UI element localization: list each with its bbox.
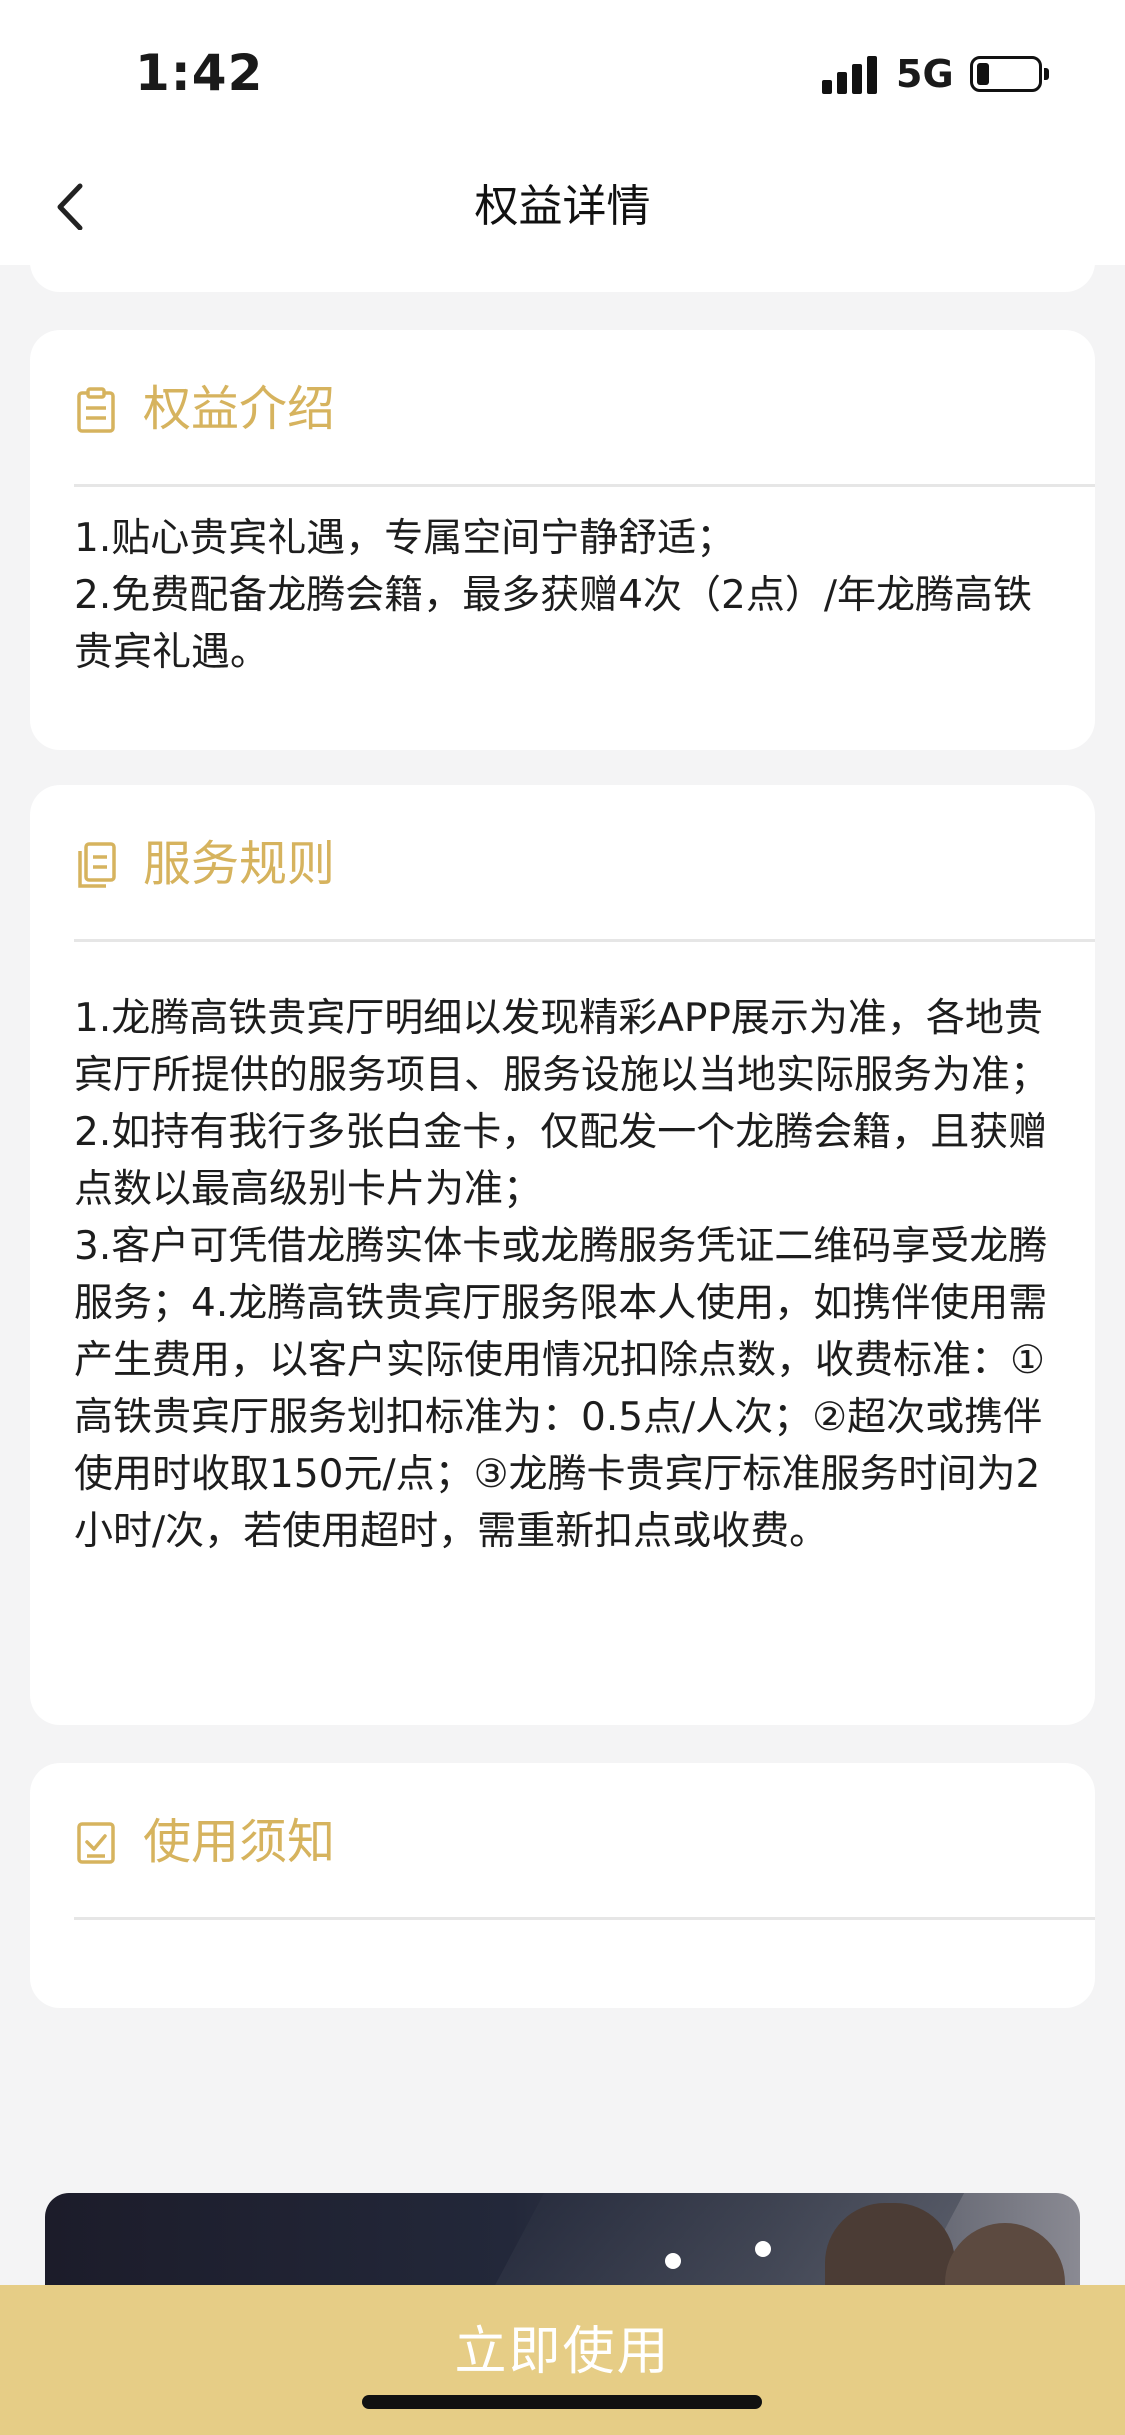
battery-icon	[970, 56, 1049, 92]
rules-line-3: 3.客户可凭借龙腾实体卡或龙腾服务凭证二维码享受龙腾服务；4.龙腾高铁贵宾厅服务…	[74, 1224, 1048, 1554]
use-now-label: 立即使用	[454, 2322, 671, 2382]
previous-card	[30, 230, 1095, 292]
intro-line-1: 1.贴心贵宾礼遇，专属空间宁静舒适；	[74, 516, 736, 561]
rules-text: 1.龙腾高铁贵宾厅明细以发现精彩APP展示为准，各地贵宾厅所提供的服务项目、服务…	[74, 990, 1051, 1560]
network-type: 5G	[896, 52, 954, 96]
home-indicator	[362, 2395, 762, 2409]
benefit-intro-card: 权益介绍 1.贴心贵宾礼遇，专属空间宁静舒适； 2.免费配备龙腾会籍，最多获赠4…	[30, 330, 1095, 750]
usage-notice-card: 使用须知	[30, 1763, 1095, 2008]
page: 1:42 5G 权益详情 权益介绍 1.贴心贵宾礼遇，专属空间宁静舒适； 2.免…	[0, 0, 1125, 2435]
section-title-notice: 使用须知	[143, 1814, 336, 1870]
intro-text: 1.贴心贵宾礼遇，专属空间宁静舒适； 2.免费配备龙腾会籍，最多获赠4次（2点）…	[74, 510, 1051, 681]
divider	[74, 484, 1095, 487]
card-header: 使用须知	[30, 1763, 1095, 1918]
section-title-intro: 权益介绍	[143, 381, 336, 437]
status-time: 1:42	[135, 44, 264, 102]
service-rules-card: 服务规则 1.龙腾高铁贵宾厅明细以发现精彩APP展示为准，各地贵宾厅所提供的服务…	[30, 785, 1095, 1725]
banner-light	[755, 2241, 771, 2257]
rules-line-1: 1.龙腾高铁贵宾厅明细以发现精彩APP展示为准，各地贵宾厅所提供的服务项目、服务…	[74, 996, 1050, 1098]
intro-line-2: 2.免费配备龙腾会籍，最多获赠4次（2点）/年龙腾高铁贵宾礼遇。	[74, 573, 1032, 675]
rules-line-2: 2.如持有我行多张白金卡，仅配发一个龙腾会籍，且获赠点数以最高级别卡片为准；	[74, 1110, 1048, 1212]
use-now-button[interactable]: 立即使用	[0, 2285, 1125, 2435]
checkbox-icon	[74, 1819, 118, 1867]
card-header: 权益介绍	[30, 330, 1095, 485]
divider	[74, 1917, 1095, 1920]
banner-light	[665, 2253, 681, 2269]
signal-icon	[822, 54, 882, 94]
divider	[74, 939, 1095, 942]
document-icon	[74, 841, 118, 889]
card-header: 服务规则	[30, 785, 1095, 940]
clipboard-icon	[74, 386, 118, 434]
section-title-rules: 服务规则	[143, 836, 336, 892]
status-bar: 1:42 5G	[0, 0, 1125, 150]
